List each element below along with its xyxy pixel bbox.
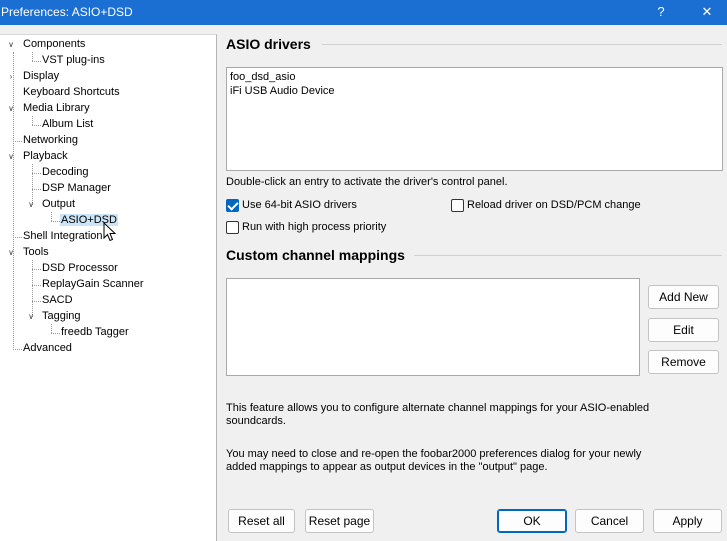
reload-driver-checkbox[interactable]: Reload driver on DSD/PCM change [451, 197, 641, 213]
chevron-down-icon[interactable]: ∨ [26, 197, 36, 212]
high-priority-label: Run with high process priority [242, 221, 387, 233]
tree-connector [13, 349, 22, 350]
ok-button[interactable]: OK [497, 509, 567, 533]
high-priority-checkbox[interactable]: Run with high process priority [226, 219, 386, 235]
mouse-cursor-icon [103, 222, 117, 242]
tree-item-advanced[interactable]: Advanced [23, 341, 72, 356]
asio-driver-list[interactable]: foo_dsd_asio iFi USB Audio Device [226, 67, 723, 171]
reset-all-button[interactable]: Reset all [228, 509, 295, 533]
tree-item-album-list[interactable]: Album List [42, 117, 93, 132]
window-title: Preferences: ASIO+DSD [1, 5, 133, 19]
tree-connector [51, 212, 52, 221]
checkbox-unchecked-icon[interactable] [226, 220, 239, 234]
help-button[interactable]: ? [642, 0, 680, 25]
mappings-info-text: This feature allows you to configure alt… [226, 402, 650, 427]
tree-item-replaygain-scanner[interactable]: ReplayGain Scanner [42, 277, 144, 292]
cancel-button[interactable]: Cancel [575, 509, 644, 533]
reload-driver-label: Reload driver on DSD/PCM change [467, 199, 641, 211]
tree-connector [32, 301, 41, 302]
tree-connector [13, 52, 14, 350]
chevron-down-icon[interactable]: ∨ [6, 149, 16, 164]
checkbox-unchecked-icon[interactable] [451, 198, 464, 212]
tree-connector [51, 333, 60, 334]
reset-page-button[interactable]: Reset page [305, 509, 374, 533]
tree-connector [32, 116, 33, 125]
driver-hint-text: Double-click an entry to activate the dr… [226, 176, 508, 188]
tree-connector [32, 269, 41, 270]
tree-connector [32, 189, 41, 190]
tree-item-freedb-tagger[interactable]: freedb Tagger [61, 325, 129, 340]
tree-connector [32, 173, 41, 174]
chevron-down-icon[interactable]: ∨ [6, 37, 16, 52]
tree-connector [32, 125, 41, 126]
tree-item-keyboard-shortcuts[interactable]: Keyboard Shortcuts [23, 85, 120, 100]
tree-item-vst-plugins[interactable]: VST plug-ins [42, 53, 105, 68]
chevron-down-icon[interactable]: ∨ [6, 245, 16, 260]
custom-mappings-heading: Custom channel mappings [226, 247, 405, 263]
tree-item-dsd-processor[interactable]: DSD Processor [42, 261, 118, 276]
section-divider [322, 44, 722, 45]
section-divider [414, 255, 722, 256]
apply-button[interactable]: Apply [653, 509, 722, 533]
tree-item-dsp-manager[interactable]: DSP Manager [42, 181, 111, 196]
remove-button[interactable]: Remove [648, 350, 719, 374]
close-button[interactable]: ✕ [688, 0, 726, 25]
tree-item-sacd[interactable]: SACD [42, 293, 73, 308]
add-new-button[interactable]: Add New [648, 285, 719, 309]
title-bar: Preferences: ASIO+DSD ? ✕ [0, 0, 727, 25]
tree-item-decoding[interactable]: Decoding [42, 165, 88, 180]
tree-item-shell-integration[interactable]: Shell Integration [23, 229, 103, 244]
tree-connector [51, 324, 52, 333]
driver-list-item[interactable]: iFi USB Audio Device [227, 84, 722, 98]
tree-connector [32, 61, 41, 62]
tree-connector [13, 141, 22, 142]
preferences-tree[interactable]: ∨ Components VST plug-ins › Display Keyb… [0, 34, 217, 541]
driver-list-item[interactable]: foo_dsd_asio [227, 70, 722, 84]
tree-connector [51, 221, 60, 222]
chevron-down-icon[interactable]: ∨ [26, 309, 36, 324]
channel-mappings-list[interactable] [226, 278, 640, 376]
chevron-right-icon[interactable]: › [6, 69, 16, 84]
edit-button[interactable]: Edit [648, 318, 719, 342]
tree-connector [13, 237, 22, 238]
asio-drivers-heading: ASIO drivers [226, 36, 311, 52]
tree-connector [32, 285, 41, 286]
chevron-down-icon[interactable]: ∨ [6, 101, 16, 116]
checkbox-checked-icon[interactable] [226, 198, 239, 212]
use-64bit-checkbox[interactable]: Use 64-bit ASIO drivers [226, 197, 357, 213]
tree-connector [32, 52, 33, 61]
tree-item-networking[interactable]: Networking [23, 133, 78, 148]
mappings-note-text: You may need to close and re-open the fo… [226, 448, 642, 473]
use-64bit-label: Use 64-bit ASIO drivers [242, 199, 357, 211]
